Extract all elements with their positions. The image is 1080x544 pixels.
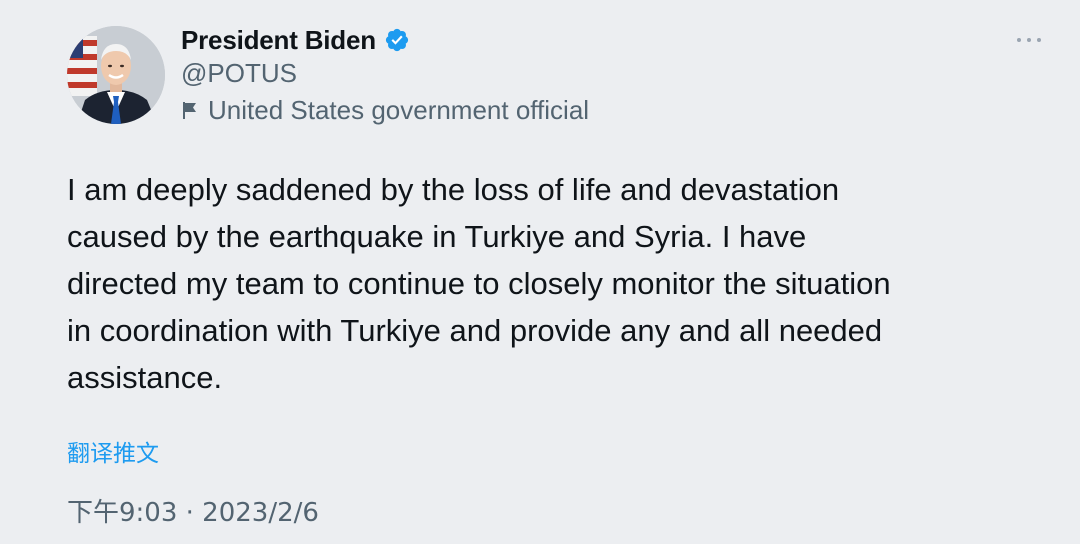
tweet-card: President Biden @POTUS United States gov…: [0, 0, 1080, 544]
tweet-header: President Biden @POTUS United States gov…: [181, 22, 589, 127]
name-row: President Biden: [181, 22, 589, 58]
affiliation-label: United States government official: [208, 94, 590, 125]
avatar[interactable]: [67, 26, 165, 124]
author-display-name[interactable]: President Biden: [181, 25, 376, 56]
verified-badge-icon: [384, 27, 410, 53]
tweet-text: I am deeply saddened by the loss of life…: [67, 172, 891, 395]
flag-icon: [182, 100, 200, 120]
more-options-icon[interactable]: [1017, 30, 1041, 50]
affiliation-row: United States government official: [181, 93, 589, 127]
author-handle[interactable]: @POTUS: [181, 56, 589, 90]
dot: [1037, 38, 1041, 42]
dot: [1027, 38, 1031, 42]
translate-tweet-link[interactable]: 翻译推文: [67, 434, 159, 468]
tweet-timestamp[interactable]: 下午9:03 · 2023/2/6: [67, 492, 319, 529]
dot: [1017, 38, 1021, 42]
avatar-portrait-image: [67, 26, 165, 124]
